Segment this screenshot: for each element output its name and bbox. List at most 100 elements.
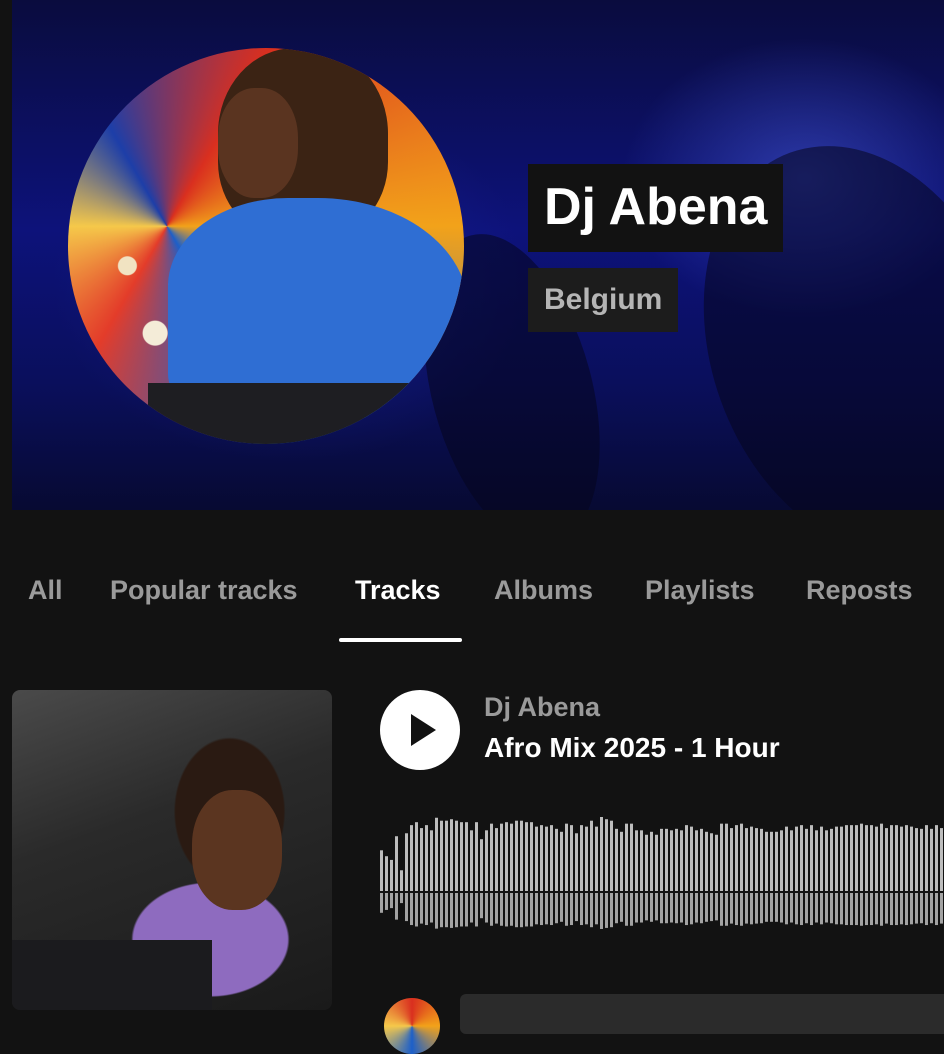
- waveform-bar-reflection: [885, 893, 888, 924]
- waveform-bar-reflection: [645, 893, 648, 921]
- waveform-bar-reflection: [635, 893, 638, 923]
- waveform-bar-reflection: [820, 893, 823, 925]
- waveform-bar-reflection: [845, 893, 848, 926]
- tab-all[interactable]: All: [28, 560, 63, 640]
- waveform-bar-reflection: [405, 893, 408, 922]
- waveform-bar: [930, 828, 933, 891]
- waveform-bar-reflection: [915, 893, 918, 924]
- waveform-bar-reflection: [840, 893, 843, 925]
- waveform-bar-reflection: [695, 893, 698, 923]
- waveform-bar: [855, 825, 858, 891]
- waveform-bar-reflection: [455, 893, 458, 928]
- waveform-bar: [650, 831, 653, 891]
- waveform-bar: [670, 830, 673, 891]
- waveform-bar: [445, 820, 448, 891]
- waveform-bar-reflection: [535, 893, 538, 925]
- waveform-bar-reflection: [630, 893, 633, 926]
- waveform-bar-reflection: [450, 893, 453, 928]
- profile-name: Dj Abena: [528, 164, 784, 252]
- track-title[interactable]: Afro Mix 2025 - 1 Hour: [484, 732, 780, 764]
- play-button[interactable]: [380, 690, 460, 770]
- waveform-bar-reflection: [720, 893, 723, 926]
- waveform-bar-reflection: [395, 893, 398, 920]
- waveform-bar: [430, 830, 433, 891]
- waveform-bar: [710, 833, 713, 891]
- waveform-bar: [530, 822, 533, 891]
- waveform-bar: [665, 828, 668, 891]
- waveform-bar-reflection: [605, 893, 608, 928]
- profile-avatar[interactable]: [68, 48, 464, 444]
- waveform-bar: [435, 817, 438, 891]
- waveform-bar: [715, 834, 718, 891]
- waveform-bar-reflection: [935, 893, 938, 926]
- waveform-bar: [870, 825, 873, 891]
- waveform-bar-reflection: [555, 893, 558, 924]
- waveform-bar: [490, 823, 493, 891]
- waveform-bar: [545, 826, 548, 891]
- track-artist[interactable]: Dj Abena: [484, 692, 600, 723]
- waveform-bar-reflection: [545, 893, 548, 925]
- waveform-bar: [460, 822, 463, 891]
- waveform-bar: [655, 834, 658, 891]
- tab-reposts[interactable]: Reposts: [806, 560, 913, 640]
- waveform-bar: [555, 828, 558, 891]
- waveform-bar: [520, 820, 523, 891]
- waveform-bar-reflection: [685, 893, 688, 926]
- waveform-bar-reflection: [765, 893, 768, 922]
- tab-playlists[interactable]: Playlists: [645, 560, 755, 640]
- waveform-bar-reflection: [780, 893, 783, 923]
- waveform-bar: [790, 830, 793, 891]
- profile-country: Belgium: [528, 268, 679, 332]
- waveform-bar: [510, 823, 513, 891]
- waveform-bar-reflection: [735, 893, 738, 926]
- comment-input[interactable]: [460, 994, 944, 1034]
- waveform-bar-reflection: [740, 893, 743, 926]
- waveform-bar-reflection: [700, 893, 703, 924]
- track-artwork[interactable]: [12, 690, 332, 1010]
- waveform-bar: [425, 825, 428, 891]
- waveform[interactable]: [380, 815, 944, 930]
- waveform-bar: [695, 830, 698, 891]
- waveform-bar: [525, 822, 528, 891]
- tab-tracks[interactable]: Tracks: [355, 560, 441, 640]
- waveform-bar: [795, 826, 798, 891]
- waveform-bar-reflection: [665, 893, 668, 924]
- waveform-bar-reflection: [760, 893, 763, 924]
- waveform-bar: [385, 856, 388, 891]
- tab-popular-tracks[interactable]: Popular tracks: [110, 560, 298, 640]
- waveform-bar-reflection: [725, 893, 728, 926]
- waveform-bar: [550, 825, 553, 891]
- waveform-bar-reflection: [670, 893, 673, 923]
- waveform-bar: [600, 817, 603, 891]
- waveform-bar: [560, 831, 563, 891]
- waveform-bar-reflection: [610, 893, 613, 928]
- waveform-bar-reflection: [910, 893, 913, 925]
- waveform-bar-reflection: [640, 893, 643, 923]
- waveform-bar-reflection: [500, 893, 503, 926]
- waveform-bar-reflection: [675, 893, 678, 924]
- waveform-bar: [440, 820, 443, 891]
- waveform-bar-reflection: [580, 893, 583, 926]
- waveform-bar: [910, 826, 913, 891]
- waveform-bar-reflection: [425, 893, 428, 926]
- waveform-bar: [770, 831, 773, 891]
- waveform-bar-reflection: [520, 893, 523, 928]
- tab-albums[interactable]: Albums: [494, 560, 593, 640]
- waveform-bar: [840, 826, 843, 891]
- waveform-bar-reflection: [730, 893, 733, 924]
- waveform-bar-reflection: [925, 893, 928, 926]
- waveform-bar: [720, 823, 723, 891]
- waveform-bar-reflection: [490, 893, 493, 926]
- waveform-bar: [540, 825, 543, 891]
- waveform-bar: [890, 825, 893, 891]
- waveform-bar: [645, 834, 648, 891]
- waveform-bar: [750, 826, 753, 891]
- waveform-bar: [580, 825, 583, 891]
- waveform-bar: [400, 870, 403, 891]
- waveform-bar-reflection: [690, 893, 693, 925]
- waveform-bar: [405, 833, 408, 891]
- waveform-bar-reflection: [920, 893, 923, 924]
- waveform-bar-reflection: [745, 893, 748, 924]
- waveform-bar-reflection: [525, 893, 528, 927]
- waveform-bar: [590, 820, 593, 891]
